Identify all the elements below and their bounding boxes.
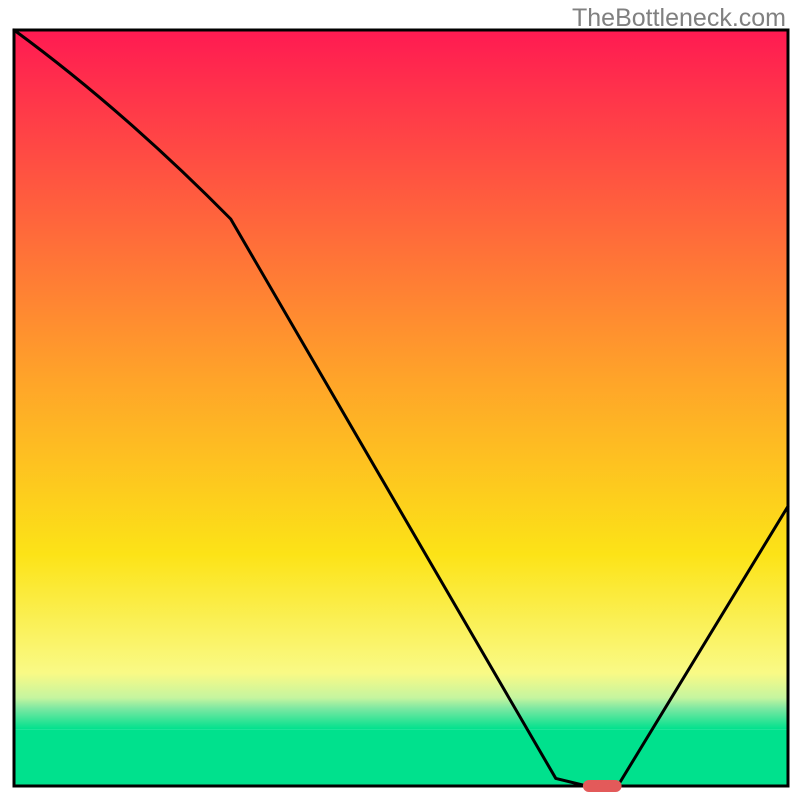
watermark-text: TheBottleneck.com <box>572 4 786 33</box>
chart-container: TheBottleneck.com <box>0 0 800 800</box>
bottleneck-chart <box>0 0 800 800</box>
